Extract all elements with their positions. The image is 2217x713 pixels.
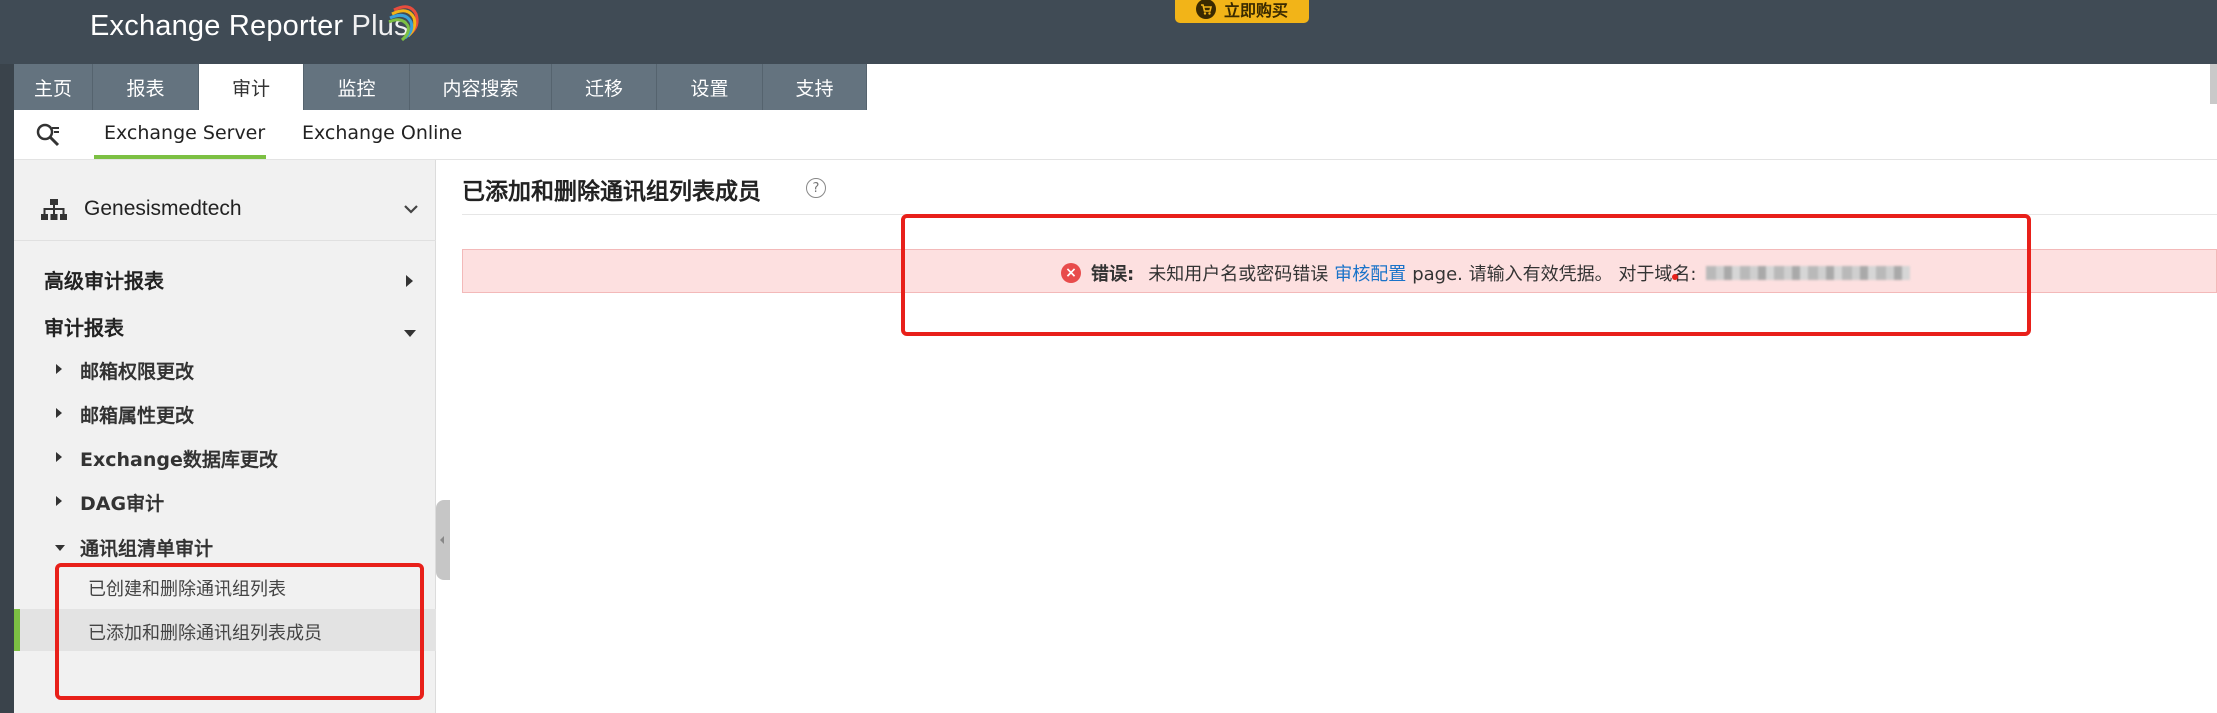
tab-audit[interactable]: 审计 xyxy=(199,64,304,110)
tab-home[interactable]: 主页 xyxy=(14,64,93,110)
tab-label: 设置 xyxy=(690,77,729,100)
search-icon[interactable] xyxy=(35,122,61,148)
logo-swirl-icon xyxy=(388,5,419,42)
buy-now-label: 立即购买 xyxy=(1223,0,1288,20)
tab-support[interactable]: 支持 xyxy=(763,64,867,110)
tab-label: 报表 xyxy=(126,77,165,100)
tab-label: 主页 xyxy=(33,77,72,100)
org-hierarchy-icon xyxy=(41,199,67,220)
annotation-box-error xyxy=(901,214,2031,336)
section-advanced-audit[interactable]: 高级审计报表 xyxy=(44,265,164,294)
tab-migration[interactable]: 迁移 xyxy=(552,64,657,110)
annotation-dot xyxy=(1672,274,1678,280)
nav-dag-audit[interactable]: DAG审计 xyxy=(80,489,164,516)
nav-distribution-list-audit[interactable]: 通讯组清单审计 xyxy=(80,534,213,561)
tab-reports[interactable]: 报表 xyxy=(93,64,199,110)
tab-monitor[interactable]: 监控 xyxy=(304,64,410,110)
main-tabs: 主页 报表 审计 监控 内容搜索 迁移 设置 支持 xyxy=(14,64,867,110)
cart-icon xyxy=(1195,0,1216,19)
nav-exchange-database-changes[interactable]: Exchange数据库更改 xyxy=(80,445,278,472)
tab-label: 内容搜索 xyxy=(442,77,519,100)
tab-label: 支持 xyxy=(795,77,834,100)
annotation-box-sidebar xyxy=(55,563,424,700)
org-selector[interactable]: Genesismedtech xyxy=(14,188,436,228)
tab-label: 监控 xyxy=(337,77,376,100)
caret-right-icon xyxy=(406,275,413,287)
section-audit-reports[interactable]: 审计报表 xyxy=(44,312,124,341)
caret-down-icon xyxy=(404,330,416,337)
subtab-exchange-server[interactable]: Exchange Server xyxy=(104,122,265,144)
scrollbar-thumb[interactable] xyxy=(2210,64,2217,104)
brand-name: Exchange Reporter xyxy=(90,10,344,42)
divider xyxy=(14,240,436,241)
caret-right-icon xyxy=(56,496,62,506)
buy-now-button[interactable]: 立即购买 xyxy=(1175,0,1309,23)
caret-right-icon xyxy=(56,364,62,374)
caret-right-icon xyxy=(56,408,62,418)
tab-settings[interactable]: 设置 xyxy=(657,64,763,110)
active-subtab-indicator xyxy=(94,155,266,159)
caret-down-icon xyxy=(55,545,65,551)
nav-mailbox-property-changes[interactable]: 邮箱属性更改 xyxy=(80,401,194,428)
help-icon[interactable]: ? xyxy=(806,178,826,198)
sidebar-collapse-handle[interactable] xyxy=(436,500,450,580)
tab-content-search[interactable]: 内容搜索 xyxy=(410,64,552,110)
app-logo[interactable]: Exchange Reporter Plus xyxy=(90,10,409,43)
org-name: Genesismedtech xyxy=(84,197,242,220)
chevron-down-icon[interactable] xyxy=(402,200,420,218)
sub-navigation: Exchange Server Exchange Online xyxy=(14,110,2217,160)
tab-label: 迁移 xyxy=(584,77,623,100)
tab-label: 审计 xyxy=(231,77,270,100)
subtab-exchange-online[interactable]: Exchange Online xyxy=(302,122,462,144)
nav-mailbox-permission-changes[interactable]: 邮箱权限更改 xyxy=(80,357,194,384)
page-title: 已添加和删除通讯组列表成员 xyxy=(462,179,761,205)
caret-right-icon xyxy=(56,452,62,462)
left-edge-strip xyxy=(0,64,14,713)
selected-indicator xyxy=(14,609,20,651)
